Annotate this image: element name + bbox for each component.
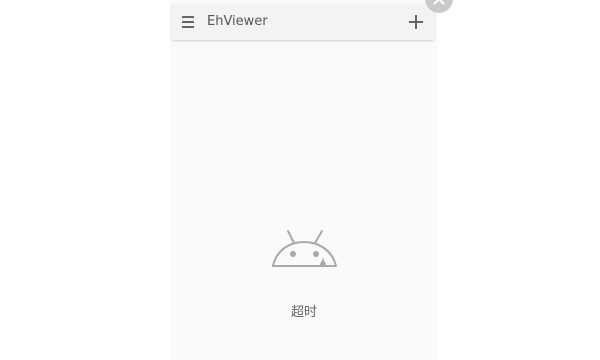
close-icon[interactable] [425,0,453,13]
menu-icon-bar [182,21,194,23]
menu-icon-bar [182,16,194,18]
close-icon-svg [433,0,445,5]
plus-icon-svg [409,15,423,29]
timeout-empty-state: 超时 [170,225,438,321]
timeout-message: 超时 [290,305,317,320]
app-window: EhViewer 超时 [170,0,438,360]
screen-viewport: EhViewer 超时 [0,0,600,360]
android-error-icon [272,230,337,268]
menu-icon-bar [182,26,194,28]
top-app-bar: EhViewer [172,4,434,40]
menu-icon[interactable] [180,13,198,31]
app-title: EhViewer [207,14,268,29]
plus-icon[interactable] [406,12,426,32]
